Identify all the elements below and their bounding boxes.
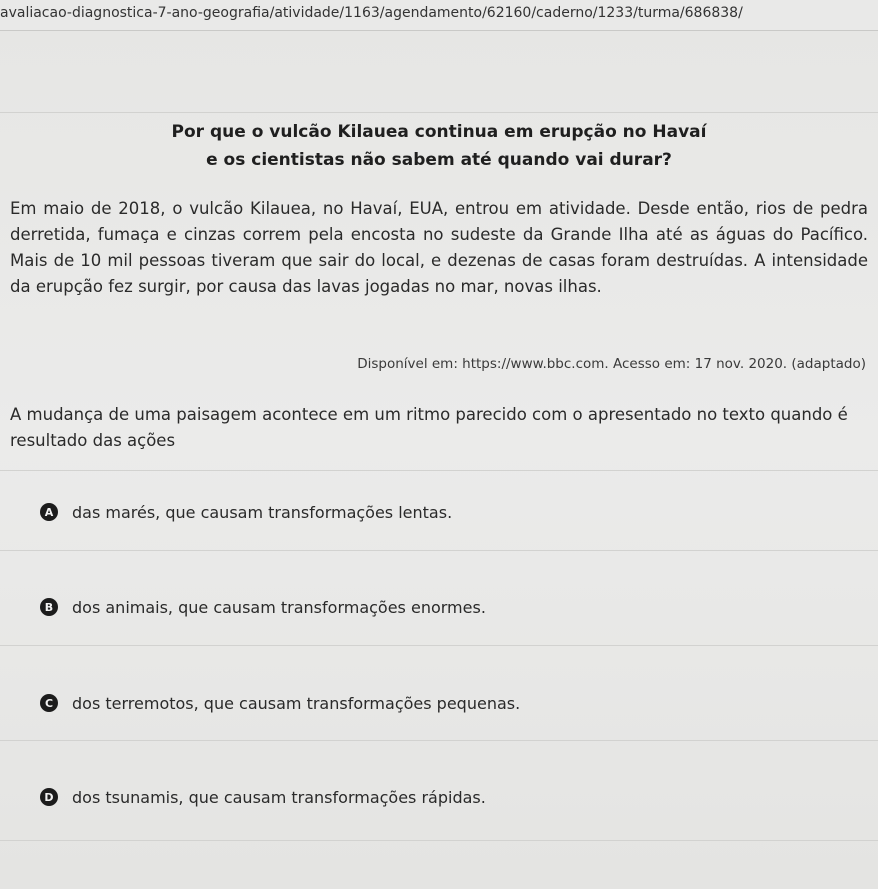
option-a[interactable]: A das marés, que causam transformações l… bbox=[40, 497, 840, 527]
divider bbox=[0, 740, 878, 741]
question-text: A mudança de uma paisagem acontece em um… bbox=[10, 405, 848, 450]
article-title-line-1: Por que o vulcão Kilauea continua em eru… bbox=[171, 122, 707, 142]
divider bbox=[0, 840, 878, 841]
divider bbox=[0, 550, 878, 551]
article-body: Em maio de 2018, o vulcão Kilauea, no Ha… bbox=[10, 199, 868, 296]
url-text: avaliacao-diagnostica-7-ano-geografia/at… bbox=[0, 5, 743, 21]
divider bbox=[0, 112, 878, 113]
page: avaliacao-diagnostica-7-ano-geografia/at… bbox=[0, 0, 878, 889]
option-letter-badge: A bbox=[40, 503, 58, 521]
article-source: Disponível em: https://www.bbc.com. Aces… bbox=[357, 356, 866, 372]
divider bbox=[0, 645, 878, 646]
option-text: dos animais, que causam transformações e… bbox=[72, 597, 486, 617]
divider bbox=[0, 470, 878, 471]
option-letter-badge: D bbox=[40, 788, 58, 806]
option-text: dos tsunamis, que causam transformações … bbox=[72, 787, 486, 807]
option-letter-badge: C bbox=[40, 694, 58, 712]
option-letter-badge: B bbox=[40, 598, 58, 616]
option-c[interactable]: C dos terremotos, que causam transformaç… bbox=[40, 688, 840, 718]
option-b[interactable]: B dos animais, que causam transformações… bbox=[40, 592, 840, 622]
option-text: dos terremotos, que causam transformaçõe… bbox=[72, 693, 521, 713]
article-title-line-2: e os cientistas não sabem até quando vai… bbox=[206, 150, 672, 170]
option-d[interactable]: D dos tsunamis, que causam transformaçõe… bbox=[40, 782, 840, 812]
address-bar[interactable]: avaliacao-diagnostica-7-ano-geografia/at… bbox=[0, 0, 878, 31]
option-text: das marés, que causam transformações len… bbox=[72, 502, 453, 522]
